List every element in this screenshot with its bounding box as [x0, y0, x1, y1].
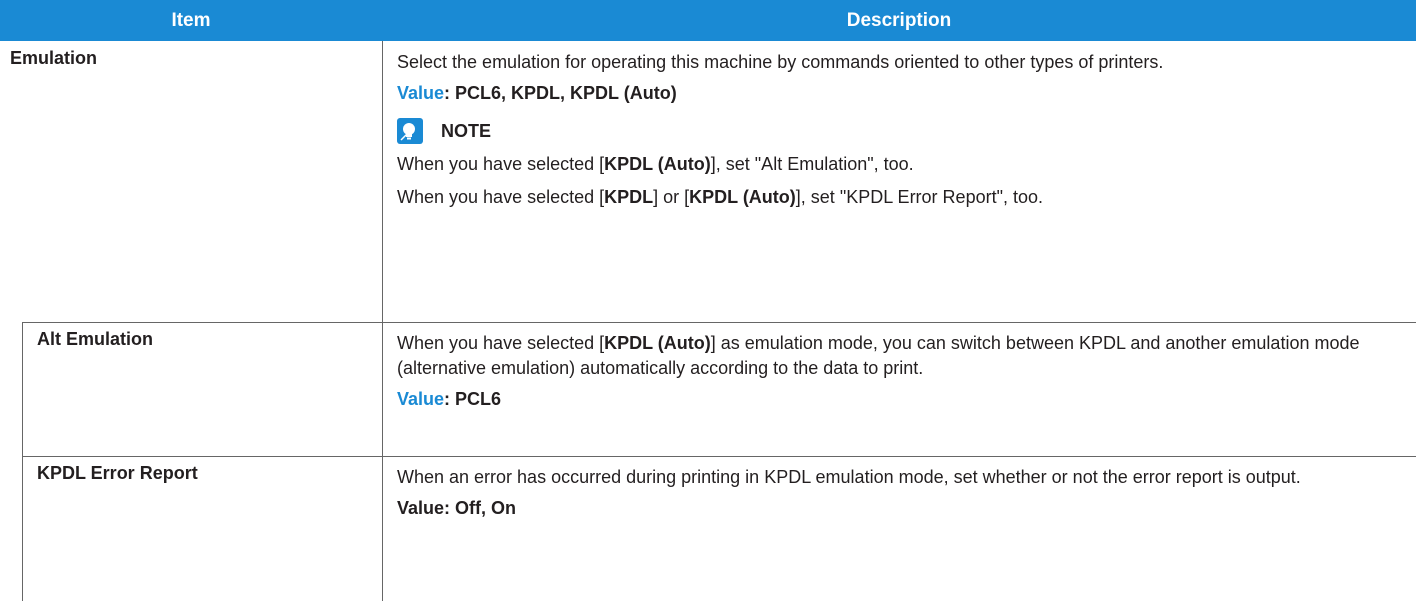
desc-emulation: Select the emulation for operating this … — [397, 50, 1402, 210]
header-description: Description — [382, 0, 1416, 41]
settings-table: Item Description Emulation Select the em… — [0, 0, 1416, 601]
item-emulation: Emulation — [10, 48, 98, 68]
alt-emulation-value: Value: PCL6 — [397, 389, 502, 409]
column-divider — [382, 41, 383, 601]
row-divider — [22, 456, 1416, 457]
indent-divider — [22, 322, 23, 601]
note-line-1: When you have selected [KPDL (Auto)], se… — [397, 154, 914, 174]
note-label: NOTE — [441, 120, 492, 141]
row-divider — [22, 322, 1416, 323]
desc-kpdl-error-report: When an error has occurred during printi… — [397, 465, 1402, 521]
note-line-2: When you have selected [KPDL] or [KPDL (… — [397, 187, 1043, 207]
kpdl-error-value: Value: Off, On — [397, 498, 517, 518]
note-heading: NOTE — [397, 118, 1402, 144]
kpdl-error-description: When an error has occurred during printi… — [397, 467, 1301, 487]
item-alt-emulation: Alt Emulation — [37, 329, 153, 349]
emulation-value: Value: PCL6, KPDL, KPDL (Auto) — [397, 83, 677, 103]
desc-alt-emulation: When you have selected [KPDL (Auto)] as … — [397, 331, 1402, 412]
emulation-description: Select the emulation for operating this … — [397, 52, 1164, 72]
lightbulb-icon — [397, 118, 423, 144]
alt-emulation-description: When you have selected [KPDL (Auto)] as … — [397, 333, 1360, 378]
item-kpdl-error-report: KPDL Error Report — [37, 463, 198, 483]
header-item: Item — [0, 0, 382, 41]
